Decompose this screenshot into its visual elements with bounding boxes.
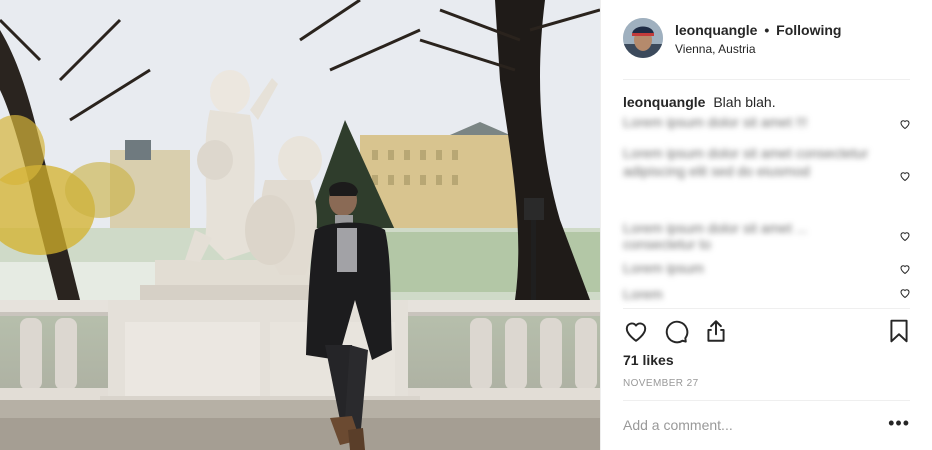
comment-like-icon[interactable] bbox=[899, 118, 911, 130]
comment-item: Lorem ipsum bbox=[623, 260, 743, 276]
post-actions bbox=[623, 318, 912, 346]
comment-like-icon[interactable] bbox=[899, 287, 911, 299]
caption-username[interactable]: leonquangle bbox=[623, 94, 705, 110]
actions-divider bbox=[623, 308, 910, 309]
avatar-image bbox=[623, 18, 663, 58]
comment-text: Lorem ipsum dolor sit amet ... consectet… bbox=[623, 220, 808, 252]
post-sidebar: leonquangle • Following Vienna, Austria … bbox=[600, 0, 932, 450]
likes-count[interactable]: 71 likes bbox=[623, 352, 674, 368]
post-header: leonquangle • Following Vienna, Austria bbox=[623, 18, 910, 62]
comment-text: Lorem ipsum dolor sit amet consectetur a… bbox=[623, 145, 869, 179]
more-options-icon[interactable]: ••• bbox=[888, 414, 910, 432]
photo-scene bbox=[0, 0, 600, 450]
post-caption: leonquangle Blah blah. bbox=[623, 94, 776, 110]
share-icon[interactable] bbox=[703, 318, 729, 344]
comment-item: Lorem ipsum dolor sit amet consectetur a… bbox=[623, 144, 873, 180]
comment-like-icon[interactable] bbox=[899, 263, 911, 275]
comment-text: Lorem bbox=[623, 286, 663, 302]
caption-text: Blah blah. bbox=[713, 94, 776, 110]
comment-like-icon[interactable] bbox=[899, 170, 911, 182]
comment-text: Lorem ipsum dolor sit amet !!! bbox=[623, 114, 808, 130]
header-divider bbox=[623, 79, 910, 80]
comment-item: Lorem ipsum dolor sit amet ... consectet… bbox=[623, 220, 873, 252]
header-username-line: leonquangle • Following bbox=[675, 22, 841, 38]
comment-icon[interactable] bbox=[663, 318, 689, 344]
comments-list: Lorem ipsum dolor sit amet !!! Lorem ips… bbox=[623, 114, 911, 304]
add-comment-input[interactable] bbox=[623, 414, 873, 436]
add-comment-area: ••• bbox=[623, 414, 912, 436]
header-separator: • bbox=[764, 22, 770, 38]
follow-status-button[interactable]: Following bbox=[776, 22, 841, 38]
comment-item: Lorem ipsum dolor sit amet !!! bbox=[623, 114, 853, 130]
post-modal: leonquangle • Following Vienna, Austria … bbox=[0, 0, 932, 450]
comment-text: Lorem ipsum bbox=[623, 260, 704, 276]
header-username[interactable]: leonquangle bbox=[675, 22, 757, 38]
post-photo[interactable] bbox=[0, 0, 600, 450]
bookmark-icon[interactable] bbox=[886, 318, 912, 344]
post-location[interactable]: Vienna, Austria bbox=[675, 42, 756, 56]
comment-item: Lorem bbox=[623, 286, 703, 302]
comment-box-divider bbox=[623, 400, 910, 401]
avatar[interactable] bbox=[623, 18, 663, 58]
heart-icon[interactable] bbox=[623, 318, 649, 344]
comment-like-icon[interactable] bbox=[899, 230, 911, 242]
post-date[interactable]: NOVEMBER 27 bbox=[623, 378, 699, 389]
